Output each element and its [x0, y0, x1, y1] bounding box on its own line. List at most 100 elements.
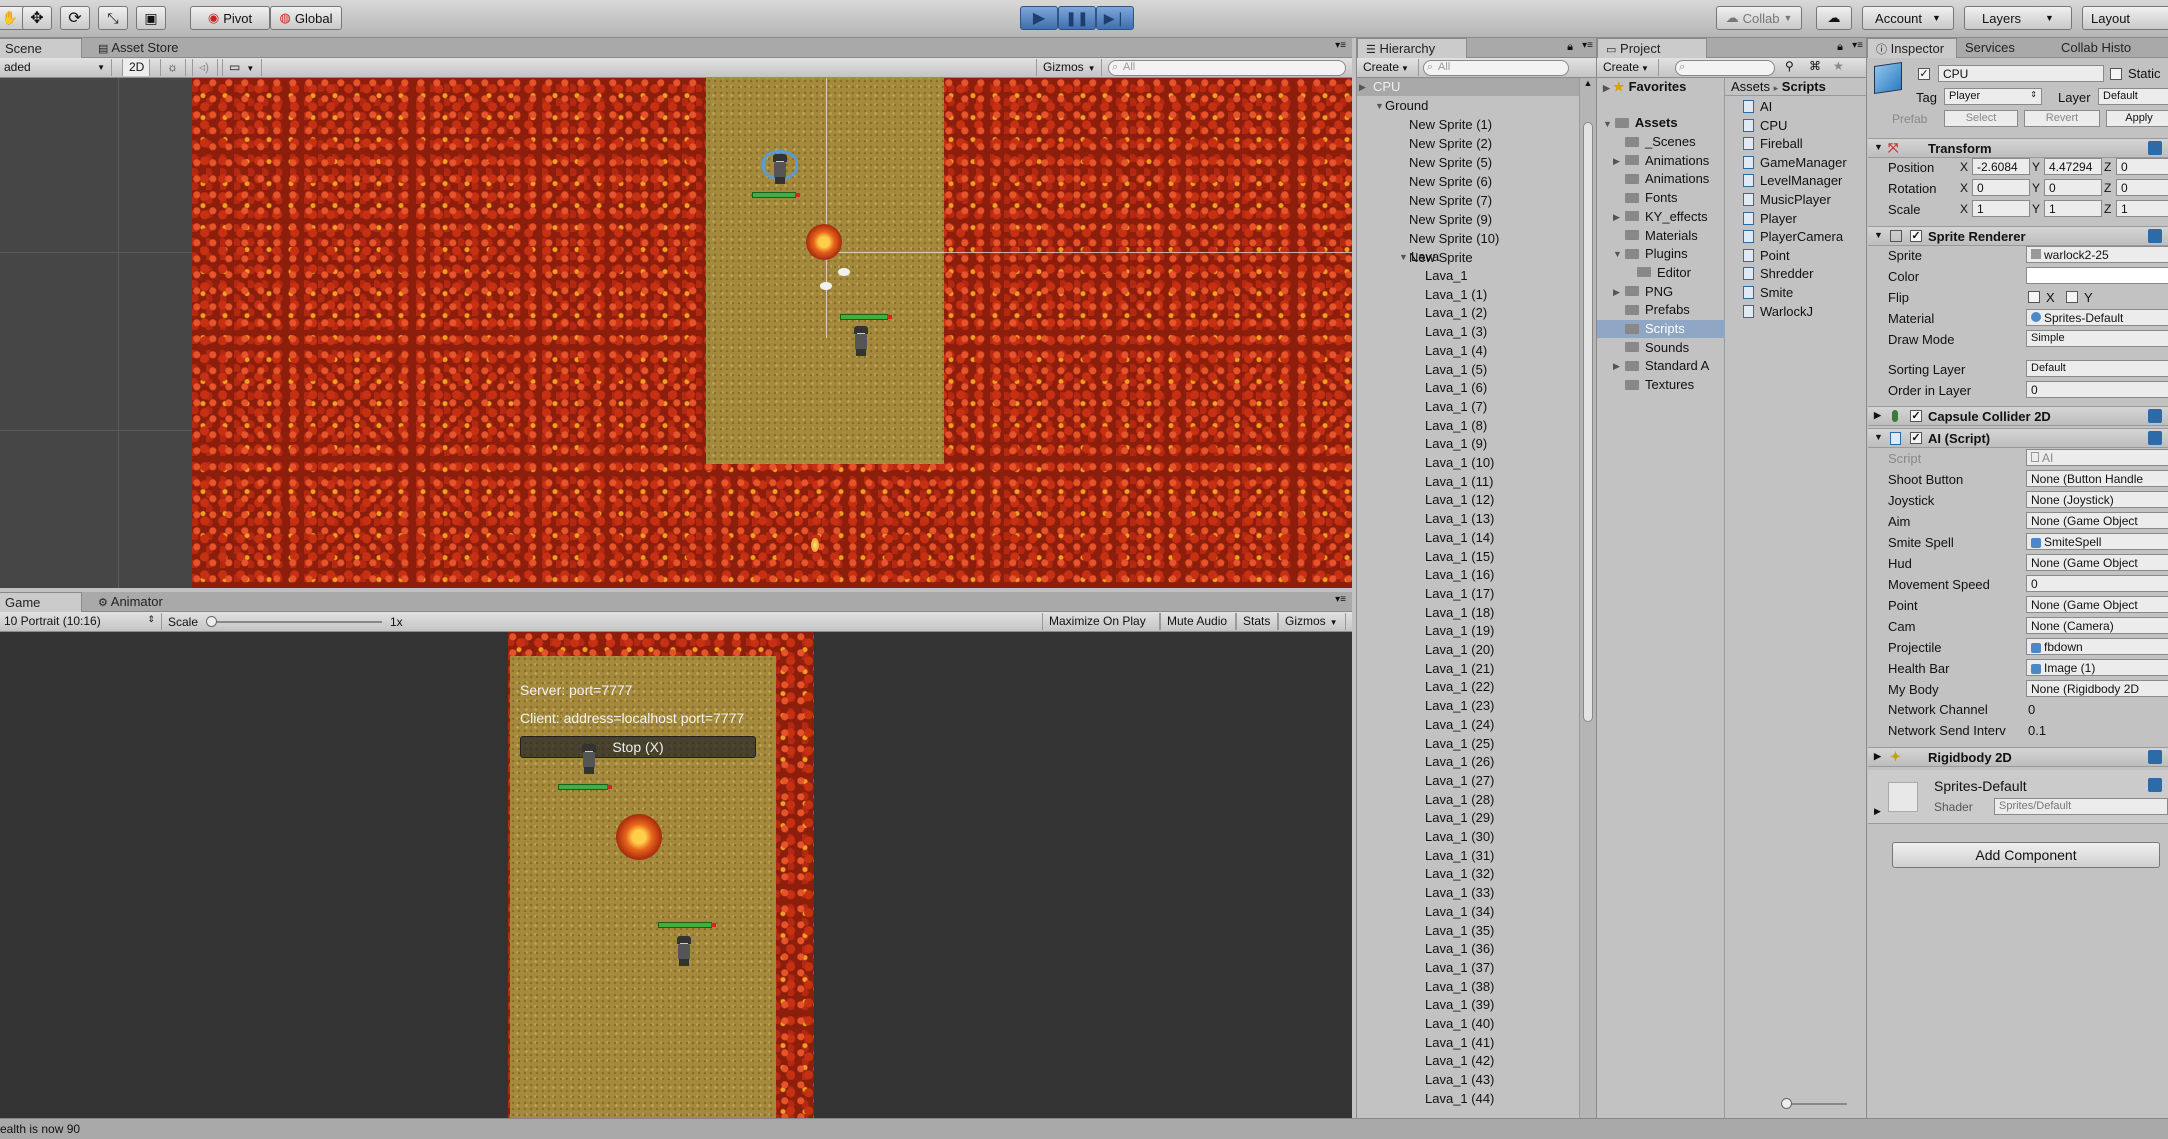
- filter-label-icon[interactable]: ⌘: [1809, 59, 1821, 73]
- pause-button[interactable]: ❚❚: [1058, 6, 1096, 30]
- tab-collab-history[interactable]: Collab Histo: [2053, 38, 2139, 58]
- ai-field-value[interactable]: None (Button Handle: [2026, 470, 2168, 487]
- expand-arrow-icon[interactable]: ▶: [1613, 152, 1620, 170]
- tab-project[interactable]: ▭ Project: [1597, 38, 1707, 58]
- ai-field-value[interactable]: Image (1): [2026, 659, 2168, 676]
- static-checkbox[interactable]: [2110, 68, 2122, 80]
- hierarchy-create-dropdown[interactable]: Create ▼: [1357, 59, 1419, 76]
- rect-tool-button[interactable]: ▣: [136, 6, 166, 30]
- project-folder-item[interactable]: ▶ PNG: [1613, 283, 1673, 301]
- ai-field-value[interactable]: 0: [2026, 575, 2168, 592]
- step-button[interactable]: ▶❘: [1096, 6, 1134, 30]
- rigidbody-header[interactable]: ▶ ✦ Rigidbody 2D: [1868, 747, 2168, 767]
- network-channel-value[interactable]: 0: [2028, 702, 2035, 717]
- pos-x-input[interactable]: -2.6084: [1972, 158, 2030, 175]
- play-button[interactable]: ▶: [1020, 6, 1058, 30]
- project-folder-item[interactable]: Editor: [1637, 264, 1691, 282]
- scale-tool-button[interactable]: ⤡: [98, 6, 128, 30]
- hierarchy-item[interactable]: Lava_1 (25): [1357, 735, 1494, 753]
- tab-scene[interactable]: Scene: [0, 38, 82, 58]
- ai-field-value[interactable]: None (Joystick): [2026, 491, 2168, 508]
- hierarchy-item[interactable]: Lava_1: [1357, 267, 1468, 285]
- ai-script-enabled-checkbox[interactable]: ✓: [1910, 432, 1922, 444]
- script-asset-item[interactable]: Fireball: [1743, 135, 1803, 153]
- hierarchy-search-input[interactable]: ⌕ All: [1423, 60, 1569, 76]
- hierarchy-item[interactable]: Lava_1 (23): [1357, 697, 1494, 715]
- hierarchy-item[interactable]: Lava_1 (8): [1357, 417, 1487, 435]
- icon-size-slider-thumb[interactable]: [1781, 1098, 1792, 1109]
- tab-hierarchy[interactable]: ☰ Hierarchy: [1357, 38, 1467, 58]
- pos-y-input[interactable]: 4.47294: [2044, 158, 2102, 175]
- project-folder-item[interactable]: Sounds: [1625, 339, 1689, 357]
- draw-mode-dropdown[interactable]: Simple: [2026, 330, 2168, 347]
- hierarchy-item[interactable]: Lava_1 (28): [1357, 791, 1494, 809]
- hierarchy-item[interactable]: Lava_1 (38): [1357, 978, 1494, 996]
- script-asset-item[interactable]: LevelManager: [1743, 172, 1842, 190]
- sorting-layer-dropdown[interactable]: Default: [2026, 360, 2168, 377]
- hierarchy-item[interactable]: Lava_1 (1): [1357, 286, 1487, 304]
- script-asset-item[interactable]: AI: [1743, 98, 1772, 116]
- project-folder-item[interactable]: ▼ Plugins: [1613, 245, 1688, 263]
- ai-field-value[interactable]: None (Game Object: [2026, 512, 2168, 529]
- hierarchy-item[interactable]: Lava_1 (39): [1357, 996, 1494, 1014]
- transform-header[interactable]: ▼ ⤧ Transform: [1868, 138, 2168, 158]
- stop-button[interactable]: Stop (X): [520, 736, 756, 758]
- hierarchy-item[interactable]: Lava_1 (14): [1357, 529, 1494, 547]
- hierarchy-item[interactable]: Lava_1 (36): [1357, 940, 1494, 958]
- hierarchy-item[interactable]: Lava_1 (19): [1357, 622, 1494, 640]
- hierarchy-item[interactable]: New Sprite (7): [1357, 192, 1492, 210]
- hierarchy-item[interactable]: Lava_1 (9): [1357, 435, 1487, 453]
- prefab-select-button[interactable]: Select: [1944, 110, 2018, 127]
- scene-search-input[interactable]: ⌕ All: [1108, 60, 1346, 76]
- project-folder-item[interactable]: Prefabs: [1625, 301, 1690, 319]
- status-message[interactable]: ealth is now 90: [0, 1122, 80, 1136]
- hierarchy-item[interactable]: Lava_1 (15): [1357, 548, 1494, 566]
- cpu-character-sprite[interactable]: [771, 154, 789, 184]
- hierarchy-item[interactable]: Lava_1 (17): [1357, 585, 1494, 603]
- hierarchy-item[interactable]: Lava_1 (10): [1357, 454, 1494, 472]
- hierarchy-item[interactable]: Lava_1 (5): [1357, 361, 1487, 379]
- panel-menu-icon[interactable]: ▾≡: [1335, 594, 1346, 605]
- hierarchy-item[interactable]: Lava_1 (37): [1357, 959, 1494, 977]
- ai-field-value[interactable]: None (Game Object: [2026, 554, 2168, 571]
- hierarchy-item[interactable]: Lava_1 (6): [1357, 379, 1487, 397]
- player-character-sprite[interactable]: [852, 326, 870, 356]
- pos-z-input[interactable]: 0: [2116, 158, 2168, 175]
- stats-toggle[interactable]: Stats: [1236, 613, 1278, 630]
- project-folder-item[interactable]: _Scenes: [1625, 133, 1696, 151]
- flip-y-checkbox[interactable]: [2066, 291, 2078, 303]
- hierarchy-item[interactable]: Lava_1 (3): [1357, 323, 1487, 341]
- hierarchy-item[interactable]: Lava_1 (12): [1357, 491, 1494, 509]
- shader-dropdown[interactable]: Sprites/Default: [1994, 798, 2168, 815]
- scroll-up-icon[interactable]: ▲: [1580, 78, 1596, 92]
- hierarchy-item[interactable]: Lava_1 (29): [1357, 809, 1494, 827]
- lighting-toggle[interactable]: ☼: [160, 59, 186, 76]
- order-in-layer-input[interactable]: 0: [2026, 381, 2168, 398]
- hierarchy-item[interactable]: Lava_1 (43): [1357, 1071, 1494, 1089]
- audio-toggle[interactable]: ◃): [192, 59, 218, 76]
- scl-y-input[interactable]: 1: [2044, 200, 2102, 217]
- hierarchy-item[interactable]: New Sprite (10): [1357, 230, 1499, 248]
- active-checkbox[interactable]: ✓: [1918, 68, 1930, 80]
- script-asset-item[interactable]: Smite: [1743, 284, 1793, 302]
- material-field[interactable]: Sprites-Default: [2026, 309, 2168, 326]
- hierarchy-item[interactable]: Lava_1 (41): [1357, 1034, 1494, 1052]
- game-gizmos-dropdown[interactable]: Gizmos ▼: [1278, 613, 1346, 630]
- tab-asset-store[interactable]: ▤ Asset Store: [90, 38, 187, 58]
- scale-slider-thumb[interactable]: [206, 616, 217, 627]
- ai-field-value[interactable]: fbdown: [2026, 638, 2168, 655]
- project-folder-item[interactable]: ▶ Animations: [1613, 152, 1709, 170]
- rot-z-input[interactable]: 0: [2116, 179, 2168, 196]
- hierarchy-item[interactable]: Lava_1 (13): [1357, 510, 1494, 528]
- layers-dropdown[interactable]: Layers ▼: [1964, 6, 2072, 30]
- hierarchy-item[interactable]: Lava_1 (18): [1357, 604, 1494, 622]
- hierarchy-item[interactable]: Lava_1 (40): [1357, 1015, 1494, 1033]
- project-folder-item[interactable]: Materials: [1625, 227, 1698, 245]
- rot-x-input[interactable]: 0: [1972, 179, 2030, 196]
- project-folder-item[interactable]: Animations: [1625, 170, 1709, 188]
- flip-x-checkbox[interactable]: [2028, 291, 2040, 303]
- hierarchy-item[interactable]: Lava_1 (16): [1357, 566, 1494, 584]
- hierarchy-item[interactable]: Lava_1 (30): [1357, 828, 1494, 846]
- ai-field-value[interactable]: SmiteSpell: [2026, 533, 2168, 550]
- project-search-input[interactable]: ⌕: [1675, 60, 1775, 76]
